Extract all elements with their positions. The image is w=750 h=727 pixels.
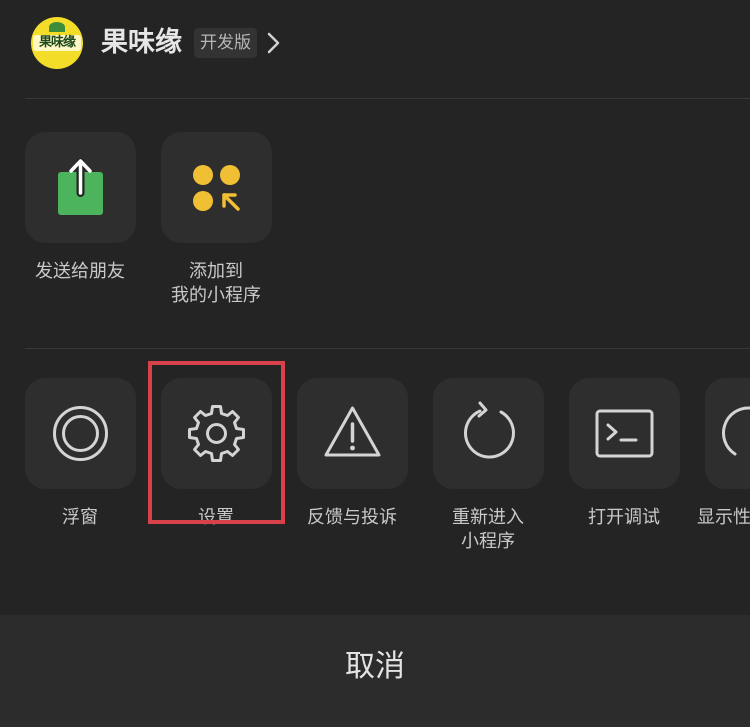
send-to-friend-button[interactable] — [25, 132, 136, 243]
open-debug-button[interactable] — [569, 378, 680, 489]
version-badge: 开发版 — [194, 28, 257, 58]
logo-text: 果味缘 — [33, 35, 81, 51]
app-logo: 果味缘 — [31, 17, 83, 69]
cancel-label: 取消 — [345, 649, 405, 684]
terminal-icon — [595, 409, 654, 458]
reenter-label: 重新进入 小程序 — [452, 507, 524, 552]
warning-triangle-icon — [324, 406, 381, 457]
show-performance-label: 显示性 — [697, 507, 750, 528]
share-upload-icon — [58, 158, 103, 215]
floating-window-button[interactable] — [25, 378, 136, 489]
chevron-right-icon[interactable] — [262, 28, 286, 58]
app-name[interactable]: 果味缘 — [101, 25, 182, 61]
add-to-my-miniprogram-button[interactable] — [161, 132, 272, 243]
section-divider — [25, 348, 750, 349]
feedback-label: 反馈与投诉 — [307, 507, 397, 528]
reenter-button[interactable] — [433, 378, 544, 489]
add-to-my-miniprogram-label: 添加到 我的小程序 — [171, 261, 261, 306]
floating-window-label: 浮窗 — [62, 507, 98, 528]
mini-program-header[interactable]: 果味缘 果味缘 开发版 — [0, 0, 750, 98]
floating-window-icon — [53, 406, 108, 461]
add-to-my-miniprogram-icon — [193, 165, 240, 211]
header-divider — [25, 98, 750, 99]
reload-icon — [463, 401, 515, 459]
open-debug-label: 打开调试 — [588, 507, 660, 528]
send-to-friend-label: 发送给朋友 — [35, 261, 125, 282]
cancel-button[interactable]: 取消 — [0, 615, 750, 727]
logo-leaf-icon — [49, 22, 65, 32]
performance-gauge-icon — [722, 406, 750, 456]
settings-highlight-box — [148, 361, 285, 524]
show-performance-button[interactable] — [705, 378, 750, 489]
feedback-button[interactable] — [297, 378, 408, 489]
